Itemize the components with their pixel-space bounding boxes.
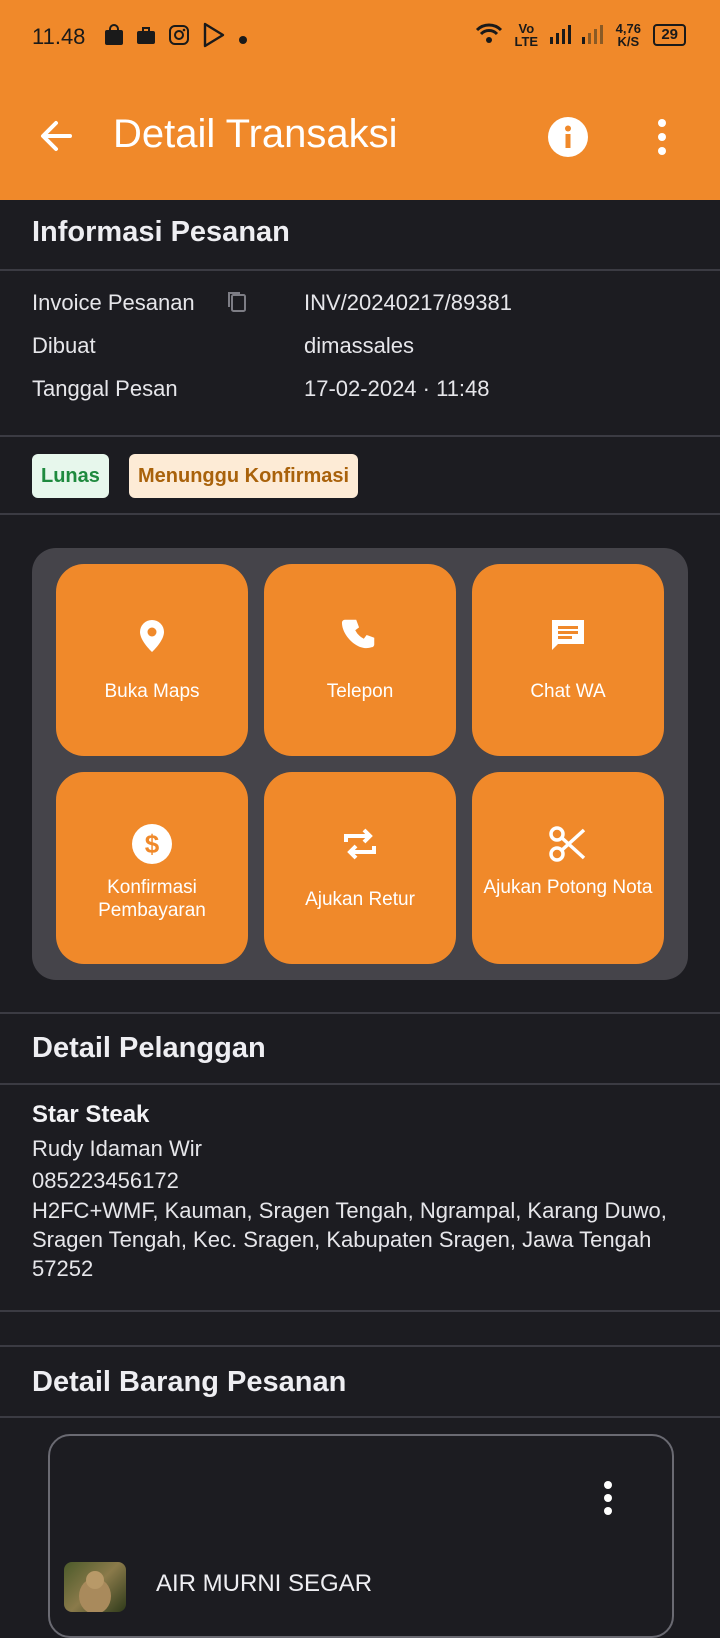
- call-button[interactable]: Telepon: [264, 564, 456, 756]
- scissors-icon: [549, 826, 586, 862]
- invoice-row: Invoice Pesanan INV/20240217/89381: [32, 290, 512, 316]
- invoice-value: INV/20240217/89381: [304, 290, 512, 315]
- divider: [0, 1083, 720, 1085]
- briefcase-icon: [136, 25, 156, 51]
- items-heading: Detail Barang Pesanan: [32, 1366, 347, 1398]
- divider: [0, 1416, 720, 1418]
- confirm-payment-label: Konfirmasi Pembayaran: [98, 877, 206, 921]
- request-cut-note-button[interactable]: Ajukan Potong Nota: [472, 772, 664, 964]
- customer-contact: Rudy Idaman Wir: [32, 1136, 202, 1161]
- open-maps-button[interactable]: Buka Maps: [56, 564, 248, 756]
- created-by-label: Dibuat: [32, 333, 96, 358]
- divider: [0, 269, 720, 271]
- divider: [0, 1345, 720, 1347]
- created-by-value: dimassales: [304, 333, 415, 358]
- chat-icon: [552, 620, 584, 650]
- phone-icon: [341, 619, 375, 649]
- status-right: Vo LTE 4,76 K/S 29: [475, 22, 686, 48]
- battery-level: 29: [653, 24, 686, 46]
- app-bar: 11.48 Vo LTE 4,76 K/S 29 Detail Transaks…: [0, 0, 720, 200]
- item-card: [48, 1434, 674, 1638]
- payment-status-badge: Lunas: [32, 454, 109, 498]
- order-status-badge: Menunggu Konfirmasi: [129, 454, 359, 498]
- call-label: Telepon: [326, 681, 394, 702]
- action-panel: Buka Maps Telepon Chat WA $ Konfirmasi P…: [32, 548, 688, 980]
- repeat-icon: [344, 828, 376, 860]
- divider: [0, 1310, 720, 1312]
- shop-bag-icon: [104, 24, 124, 52]
- item-thumbnail: [64, 1562, 126, 1612]
- customer-heading: Detail Pelanggan: [32, 1032, 266, 1064]
- customer-address: H2FC+WMF, Kauman, Sragen Tengah, Ngrampa…: [32, 1198, 667, 1281]
- confirm-payment-button[interactable]: $ Konfirmasi Pembayaran: [56, 772, 248, 964]
- arrow-left-icon[interactable]: [36, 116, 76, 156]
- chat-wa-label: Chat WA: [530, 681, 606, 702]
- signal-icon: [549, 23, 572, 48]
- order-date-value: 17-02-2024 · 11:48: [304, 376, 490, 401]
- request-cut-note-label: Ajukan Potong Nota: [483, 877, 653, 898]
- request-return-button[interactable]: Ajukan Retur: [264, 772, 456, 964]
- customer-phone: 085223456172: [32, 1168, 179, 1193]
- notification-icons: [104, 22, 248, 54]
- wifi-icon: [475, 23, 503, 48]
- order-info-heading: Informasi Pesanan: [32, 216, 290, 248]
- signal-weak-icon: [581, 23, 604, 48]
- network-type: Vo LTE: [514, 21, 539, 49]
- customer-name: Star Steak: [32, 1101, 150, 1128]
- status-bar: 11.48 Vo LTE 4,76 K/S 29: [0, 18, 720, 58]
- chat-wa-button[interactable]: Chat WA: [472, 564, 664, 756]
- open-maps-label: Buka Maps: [104, 681, 200, 702]
- network-speed: 4,76 K/S: [615, 21, 641, 49]
- copy-icon[interactable]: [226, 290, 248, 314]
- created-by-row: Dibuat dimassales: [32, 333, 414, 359]
- more-vertical-icon[interactable]: [602, 1480, 614, 1516]
- divider: [0, 435, 720, 437]
- divider: [0, 1012, 720, 1014]
- divider: [0, 513, 720, 515]
- map-pin-icon: [140, 620, 164, 652]
- order-date-label: Tanggal Pesan: [32, 376, 178, 401]
- order-date-row: Tanggal Pesan 17-02-2024 · 11:48: [32, 376, 490, 402]
- info-icon[interactable]: [548, 117, 588, 157]
- status-time: 11.48: [32, 24, 86, 49]
- dollar-icon: $: [132, 824, 172, 864]
- more-vertical-icon[interactable]: [652, 117, 672, 157]
- instagram-icon: [168, 24, 190, 52]
- invoice-label: Invoice Pesanan: [32, 290, 195, 315]
- item-name: AIR MURNI SEGAR: [156, 1570, 373, 1597]
- play-store-icon: [202, 22, 226, 54]
- request-return-label: Ajukan Retur: [305, 889, 415, 910]
- page-title: Detail Transaksi: [113, 112, 398, 156]
- svg-text:$: $: [145, 829, 160, 859]
- dot-icon: [238, 25, 248, 51]
